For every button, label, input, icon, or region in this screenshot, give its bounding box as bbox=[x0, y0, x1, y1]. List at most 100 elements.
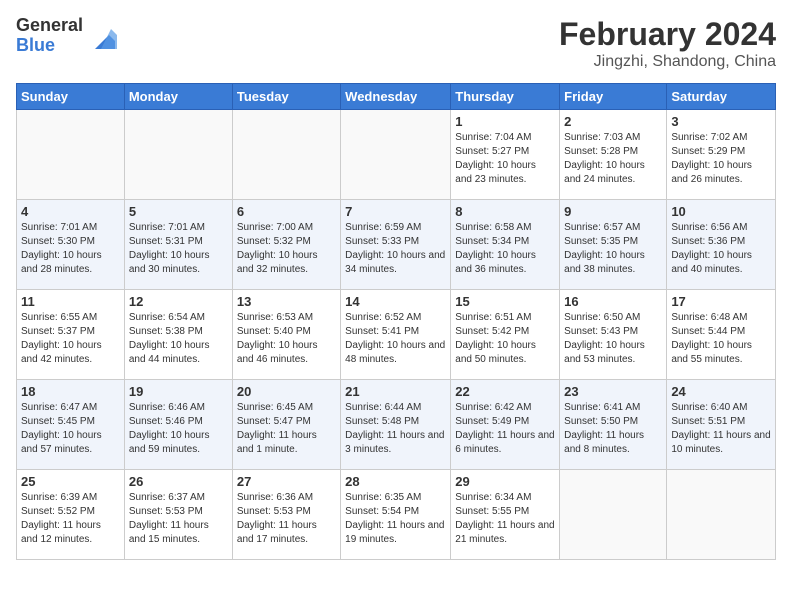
calendar-cell: 25 Sunrise: 6:39 AMSunset: 5:52 PMDayligh… bbox=[17, 470, 125, 560]
weekday-header-saturday: Saturday bbox=[667, 84, 776, 110]
day-number: 5 bbox=[129, 204, 228, 219]
calendar-cell: 2 Sunrise: 7:03 AMSunset: 5:28 PMDaylight… bbox=[560, 110, 667, 200]
calendar-week-row: 1 Sunrise: 7:04 AMSunset: 5:27 PMDaylight… bbox=[17, 110, 776, 200]
day-number: 11 bbox=[21, 294, 120, 309]
day-number: 17 bbox=[671, 294, 771, 309]
day-number: 18 bbox=[21, 384, 120, 399]
calendar-week-row: 18 Sunrise: 6:47 AMSunset: 5:45 PMDayligh… bbox=[17, 380, 776, 470]
calendar-cell: 16 Sunrise: 6:50 AMSunset: 5:43 PMDayligh… bbox=[560, 290, 667, 380]
logo-text: General Blue bbox=[16, 16, 83, 56]
calendar-cell: 14 Sunrise: 6:52 AMSunset: 5:41 PMDayligh… bbox=[341, 290, 451, 380]
day-info: Sunrise: 6:57 AMSunset: 5:35 PMDaylight:… bbox=[564, 221, 662, 277]
calendar-cell bbox=[560, 470, 667, 560]
day-number: 9 bbox=[564, 204, 662, 219]
weekday-header-friday: Friday bbox=[560, 84, 667, 110]
calendar-table: SundayMondayTuesdayWednesdayThursdayFrid… bbox=[16, 83, 776, 560]
day-info: Sunrise: 6:51 AMSunset: 5:42 PMDaylight:… bbox=[455, 311, 555, 367]
day-info: Sunrise: 6:53 AMSunset: 5:40 PMDaylight:… bbox=[237, 311, 336, 367]
calendar-cell bbox=[341, 110, 451, 200]
day-info: Sunrise: 6:47 AMSunset: 5:45 PMDaylight:… bbox=[21, 401, 120, 457]
day-number: 2 bbox=[564, 114, 662, 129]
calendar-cell: 18 Sunrise: 6:47 AMSunset: 5:45 PMDayligh… bbox=[17, 380, 125, 470]
weekday-header-monday: Monday bbox=[124, 84, 232, 110]
month-title: February 2024 bbox=[559, 16, 776, 53]
weekday-header-sunday: Sunday bbox=[17, 84, 125, 110]
day-info: Sunrise: 6:54 AMSunset: 5:38 PMDaylight:… bbox=[129, 311, 228, 367]
day-number: 24 bbox=[671, 384, 771, 399]
calendar-cell: 15 Sunrise: 6:51 AMSunset: 5:42 PMDayligh… bbox=[451, 290, 560, 380]
day-number: 8 bbox=[455, 204, 555, 219]
day-number: 4 bbox=[21, 204, 120, 219]
calendar-cell: 11Sunrise: 6:55 AMSunset: 5:37 PMDayligh… bbox=[17, 290, 125, 380]
calendar-cell: 13 Sunrise: 6:53 AMSunset: 5:40 PMDayligh… bbox=[232, 290, 340, 380]
day-info: Sunrise: 6:52 AMSunset: 5:41 PMDaylight:… bbox=[345, 311, 446, 367]
calendar-cell: 27 Sunrise: 6:36 AMSunset: 5:53 PMDayligh… bbox=[232, 470, 340, 560]
calendar-cell: 21 Sunrise: 6:44 AMSunset: 5:48 PMDayligh… bbox=[341, 380, 451, 470]
day-info: Sunrise: 6:34 AMSunset: 5:55 PMDaylight:… bbox=[455, 491, 555, 547]
calendar-cell: 12 Sunrise: 6:54 AMSunset: 5:38 PMDayligh… bbox=[124, 290, 232, 380]
day-info: Sunrise: 6:35 AMSunset: 5:54 PMDaylight:… bbox=[345, 491, 446, 547]
day-number: 19 bbox=[129, 384, 228, 399]
calendar-cell: 1 Sunrise: 7:04 AMSunset: 5:27 PMDaylight… bbox=[451, 110, 560, 200]
logo-blue: Blue bbox=[16, 36, 83, 56]
calendar-cell: 26Sunrise: 6:37 AMSunset: 5:53 PMDayligh… bbox=[124, 470, 232, 560]
day-info: Sunrise: 7:01 AMSunset: 5:30 PMDaylight:… bbox=[21, 221, 120, 277]
logo-general: General bbox=[16, 16, 83, 36]
day-info: Sunrise: 6:37 AMSunset: 5:53 PMDaylight:… bbox=[129, 491, 228, 547]
day-info: Sunrise: 7:00 AMSunset: 5:32 PMDaylight:… bbox=[237, 221, 336, 277]
calendar-cell: 4 Sunrise: 7:01 AMSunset: 5:30 PMDaylight… bbox=[17, 200, 125, 290]
weekday-header-wednesday: Wednesday bbox=[341, 84, 451, 110]
day-number: 7 bbox=[345, 204, 446, 219]
day-number: 23 bbox=[564, 384, 662, 399]
day-number: 16 bbox=[564, 294, 662, 309]
day-info: Sunrise: 6:50 AMSunset: 5:43 PMDaylight:… bbox=[564, 311, 662, 367]
day-info: Sunrise: 7:03 AMSunset: 5:28 PMDaylight:… bbox=[564, 131, 662, 187]
calendar-cell bbox=[124, 110, 232, 200]
day-number: 6 bbox=[237, 204, 336, 219]
day-info: Sunrise: 7:02 AMSunset: 5:29 PMDaylight:… bbox=[671, 131, 771, 187]
calendar-cell: 29 Sunrise: 6:34 AMSunset: 5:55 PMDayligh… bbox=[451, 470, 560, 560]
calendar-cell: 28 Sunrise: 6:35 AMSunset: 5:54 PMDayligh… bbox=[341, 470, 451, 560]
day-info: Sunrise: 7:01 AMSunset: 5:31 PMDaylight:… bbox=[129, 221, 228, 277]
day-info: Sunrise: 7:04 AMSunset: 5:27 PMDaylight:… bbox=[455, 131, 555, 187]
day-number: 1 bbox=[455, 114, 555, 129]
page-header: General Blue February 2024 Jingzhi, Shan… bbox=[16, 16, 776, 71]
calendar-cell: 6 Sunrise: 7:00 AMSunset: 5:32 PMDaylight… bbox=[232, 200, 340, 290]
calendar-cell: 7 Sunrise: 6:59 AMSunset: 5:33 PMDaylight… bbox=[341, 200, 451, 290]
day-number: 14 bbox=[345, 294, 446, 309]
calendar-cell: 17 Sunrise: 6:48 AMSunset: 5:44 PMDayligh… bbox=[667, 290, 776, 380]
logo-icon bbox=[87, 21, 117, 51]
calendar-cell: 23 Sunrise: 6:41 AMSunset: 5:50 PMDayligh… bbox=[560, 380, 667, 470]
day-info: Sunrise: 6:40 AMSunset: 5:51 PMDaylight:… bbox=[671, 401, 771, 457]
calendar-cell bbox=[667, 470, 776, 560]
calendar-cell: 24 Sunrise: 6:40 AMSunset: 5:51 PMDayligh… bbox=[667, 380, 776, 470]
calendar-cell bbox=[17, 110, 125, 200]
day-number: 12 bbox=[129, 294, 228, 309]
day-number: 25 bbox=[21, 474, 120, 489]
day-number: 22 bbox=[455, 384, 555, 399]
calendar-cell: 10 Sunrise: 6:56 AMSunset: 5:36 PMDayligh… bbox=[667, 200, 776, 290]
day-number: 20 bbox=[237, 384, 336, 399]
weekday-header-thursday: Thursday bbox=[451, 84, 560, 110]
calendar-cell: 19Sunrise: 6:46 AMSunset: 5:46 PMDayligh… bbox=[124, 380, 232, 470]
calendar-cell: 5 Sunrise: 7:01 AMSunset: 5:31 PMDaylight… bbox=[124, 200, 232, 290]
day-number: 27 bbox=[237, 474, 336, 489]
day-number: 13 bbox=[237, 294, 336, 309]
calendar-cell: 8 Sunrise: 6:58 AMSunset: 5:34 PMDaylight… bbox=[451, 200, 560, 290]
day-number: 21 bbox=[345, 384, 446, 399]
day-info: Sunrise: 6:44 AMSunset: 5:48 PMDaylight:… bbox=[345, 401, 446, 457]
day-number: 28 bbox=[345, 474, 446, 489]
calendar-week-row: 4 Sunrise: 7:01 AMSunset: 5:30 PMDaylight… bbox=[17, 200, 776, 290]
day-info: Sunrise: 6:56 AMSunset: 5:36 PMDaylight:… bbox=[671, 221, 771, 277]
day-number: 15 bbox=[455, 294, 555, 309]
day-number: 10 bbox=[671, 204, 771, 219]
day-info: Sunrise: 6:36 AMSunset: 5:53 PMDaylight:… bbox=[237, 491, 336, 547]
weekday-header-tuesday: Tuesday bbox=[232, 84, 340, 110]
day-info: Sunrise: 6:41 AMSunset: 5:50 PMDaylight:… bbox=[564, 401, 662, 457]
day-info: Sunrise: 6:39 AMSunset: 5:52 PMDaylight:… bbox=[21, 491, 120, 547]
calendar-cell bbox=[232, 110, 340, 200]
day-info: Sunrise: 6:48 AMSunset: 5:44 PMDaylight:… bbox=[671, 311, 771, 367]
day-info: Sunrise: 6:58 AMSunset: 5:34 PMDaylight:… bbox=[455, 221, 555, 277]
day-number: 29 bbox=[455, 474, 555, 489]
day-info: Sunrise: 6:59 AMSunset: 5:33 PMDaylight:… bbox=[345, 221, 446, 277]
